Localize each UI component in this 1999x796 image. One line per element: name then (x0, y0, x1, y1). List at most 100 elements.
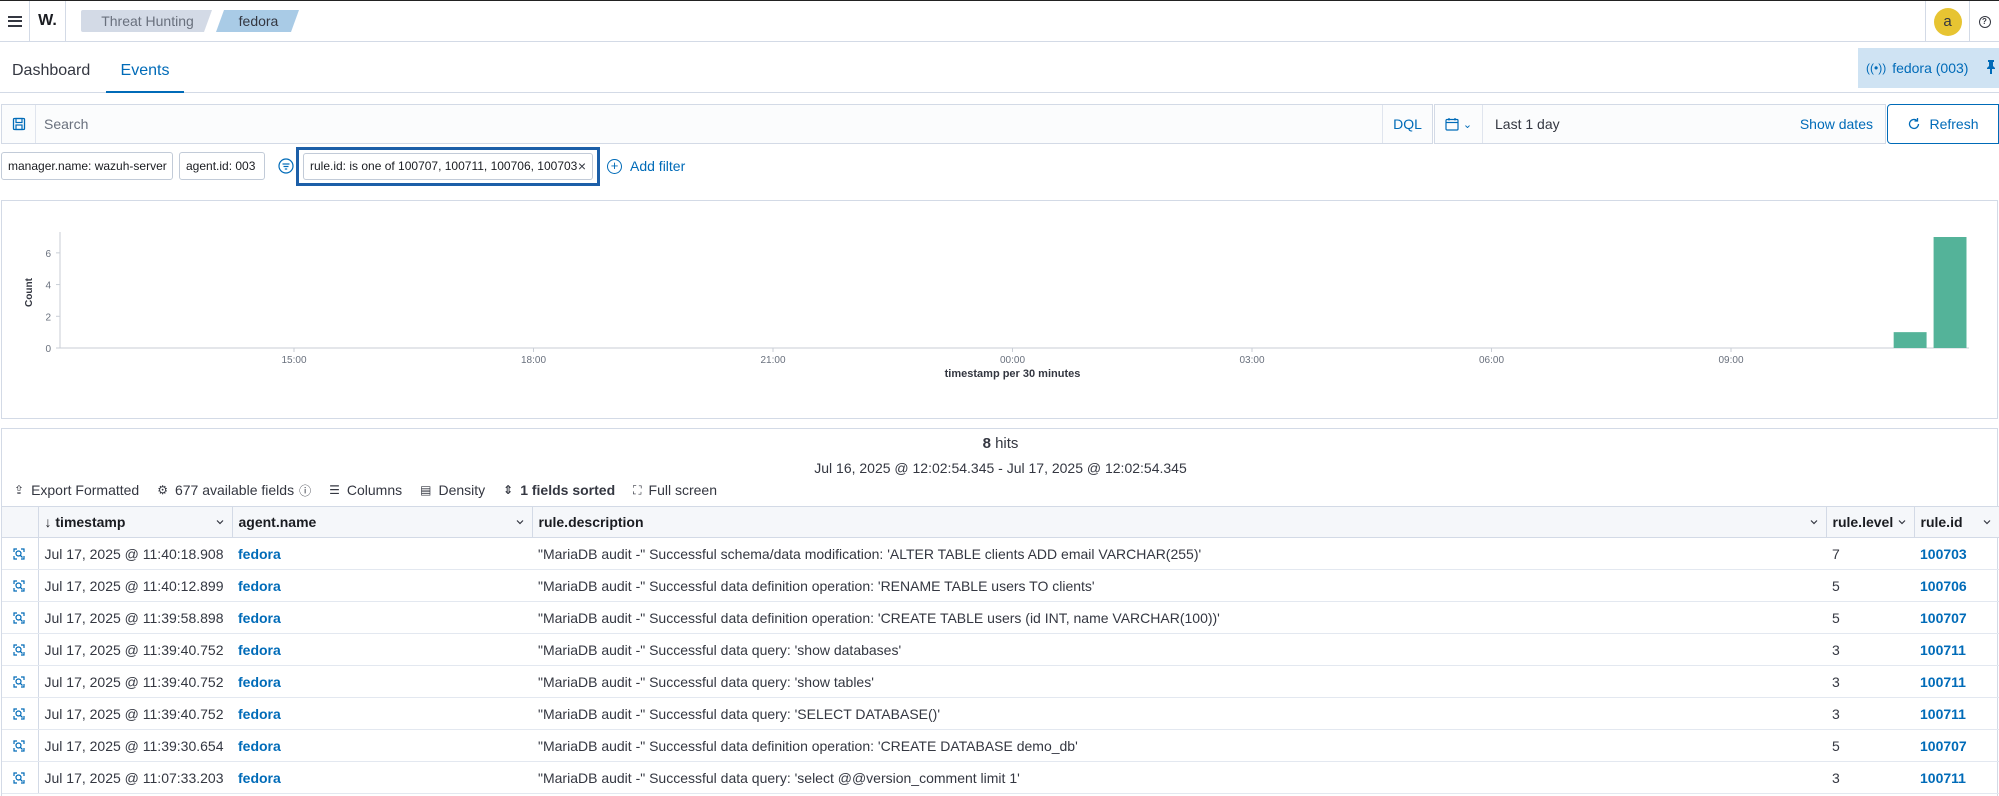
chevron-down-icon[interactable] (1983, 518, 1991, 526)
menu-button[interactable] (0, 0, 30, 42)
column-header-label: rule.description (538, 514, 644, 530)
cell-timestamp: Jul 17, 2025 @ 11:40:18.908 (38, 537, 232, 570)
cell-rule-description: "MariaDB audit -" Successful data query:… (532, 697, 1826, 730)
y-tick-label: 6 (45, 249, 51, 260)
density-button[interactable]: ▤ Density (420, 482, 485, 498)
x-tick-label: 09:00 (1718, 355, 1743, 366)
wazuh-logo[interactable]: W. (30, 0, 66, 42)
cell-rule-id[interactable]: 100703 (1914, 537, 1999, 570)
column-header-rule-id[interactable]: rule.id (1914, 506, 1999, 538)
available-fields-button[interactable]: ⚙ 677 available fields ⓘ (157, 482, 311, 499)
inspect-document-button[interactable] (2, 761, 39, 794)
cell-rule-id[interactable]: 100711 (1914, 697, 1999, 730)
cell-agent-name[interactable]: fedora (232, 537, 532, 570)
cell-rule-id[interactable]: 100706 (1914, 569, 1999, 602)
full-screen-button[interactable]: ⛶ Full screen (633, 482, 717, 498)
filter-pill-rule-id[interactable]: rule.id: is one of 100707, 100711, 10070… (303, 153, 593, 180)
pin-icon[interactable] (1987, 60, 1995, 74)
chevron-down-icon[interactable] (1898, 518, 1906, 526)
cell-rule-id[interactable]: 100711 (1914, 665, 1999, 698)
cell-timestamp: Jul 17, 2025 @ 11:39:58.898 (38, 601, 232, 634)
filter-menu-icon[interactable] (278, 158, 294, 174)
table-row: Jul 17, 2025 @ 11:40:12.899 fedora "MariaD… (2, 569, 1999, 602)
add-filter-button[interactable]: + Add filter (607, 152, 685, 180)
columns-button[interactable]: ☰ Columns (329, 482, 402, 498)
chevron-down-icon[interactable] (216, 518, 224, 526)
inspect-icon (13, 547, 25, 560)
filter-pill-manager[interactable]: manager.name: wazuh-server (1, 152, 173, 180)
quick-menu-button[interactable]: ⌄ (1435, 105, 1483, 143)
cell-timestamp: Jul 17, 2025 @ 11:07:33.203 (38, 761, 232, 794)
export-icon: ⇪ (14, 483, 25, 497)
agent-selector-pill[interactable]: ((•)) fedora (003) (1858, 48, 1999, 88)
breadcrumb-threat-hunting[interactable]: Threat Hunting (81, 10, 212, 32)
column-header-agent-name[interactable]: agent.name (232, 506, 533, 538)
search-input[interactable] (36, 105, 1376, 143)
table-row: Jul 17, 2025 @ 11:07:33.203 fedora "MariaD… (2, 761, 1999, 794)
cell-rule-description: "MariaDB audit -" Successful data query:… (532, 633, 1826, 666)
close-icon[interactable]: × (578, 154, 586, 179)
chevron-down-icon[interactable] (516, 518, 524, 526)
cell-rule-id[interactable]: 100711 (1914, 761, 1999, 794)
inspect-document-button[interactable] (2, 665, 39, 698)
inspect-icon (13, 739, 25, 752)
inspect-document-button[interactable] (2, 537, 39, 570)
saved-query-button[interactable] (2, 105, 36, 143)
show-dates-link[interactable]: Show dates (1800, 105, 1873, 143)
cell-agent-name[interactable]: fedora (232, 697, 532, 730)
column-header-rule-level[interactable]: rule.level (1826, 506, 1915, 538)
user-avatar[interactable]: a (1933, 7, 1962, 36)
cell-agent-name[interactable]: fedora (232, 633, 532, 666)
agent-pill-label: fedora (003) (1892, 60, 1969, 76)
sort-label: 1 fields sorted (520, 482, 616, 498)
export-formatted-button[interactable]: ⇪ Export Formatted (14, 482, 139, 498)
tab-dashboard[interactable]: Dashboard (12, 43, 90, 93)
inspect-icon (13, 579, 25, 592)
cell-agent-name[interactable]: fedora (232, 665, 532, 698)
cell-rule-id[interactable]: 100711 (1914, 633, 1999, 666)
cell-rule-level: 5 (1826, 729, 1914, 762)
cell-timestamp: Jul 17, 2025 @ 11:39:30.654 (38, 729, 232, 762)
cell-timestamp: Jul 17, 2025 @ 11:40:12.899 (38, 569, 232, 602)
y-tick-label: 2 (45, 312, 51, 323)
column-header-label: rule.level (1832, 514, 1894, 530)
sort-fields-button[interactable]: ⇕ 1 fields sorted (503, 482, 615, 498)
density-label: Density (438, 482, 486, 498)
time-range-label[interactable]: Last 1 day (1483, 116, 1560, 132)
inspect-document-button[interactable] (2, 697, 39, 730)
cell-agent-name[interactable]: fedora (232, 569, 532, 602)
inspect-document-button[interactable] (2, 601, 39, 634)
chevron-down-icon[interactable] (1810, 518, 1818, 526)
cell-rule-level: 3 (1826, 697, 1914, 730)
cell-agent-name[interactable]: fedora (232, 601, 532, 634)
density-icon: ▤ (420, 483, 432, 497)
sort-icon: ⇕ (503, 483, 514, 497)
inspect-document-button[interactable] (2, 729, 39, 762)
y-axis-title: Count (24, 277, 35, 307)
help-button[interactable]: ? (1969, 1, 1999, 42)
table-row: Jul 17, 2025 @ 11:39:30.654 fedora "MariaD… (2, 729, 1999, 762)
refresh-button[interactable]: Refresh (1887, 104, 1999, 144)
histogram-bar[interactable] (1933, 237, 1967, 348)
histogram-bar[interactable] (1893, 332, 1927, 348)
cell-rule-level: 3 (1826, 633, 1914, 666)
columns-icon: ☰ (329, 483, 340, 497)
inspect-document-button[interactable] (2, 569, 39, 602)
query-bar: DQL ⌄ Last 1 day Show dates Refresh (0, 104, 1999, 144)
tabs-row: Dashboard Events ((•)) fedora (003) (0, 43, 1999, 93)
tab-events[interactable]: Events (106, 43, 184, 93)
dql-toggle[interactable]: DQL (1382, 105, 1432, 143)
cell-rule-level: 5 (1826, 569, 1914, 602)
cell-agent-name[interactable]: fedora (232, 761, 532, 794)
breadcrumb-fedora[interactable]: fedora (216, 10, 299, 32)
cell-agent-name[interactable]: fedora (232, 729, 532, 762)
cell-rule-id[interactable]: 100707 (1914, 601, 1999, 634)
column-header-rule-description[interactable]: rule.description (532, 506, 1827, 538)
available-fields-label: 677 available fields (174, 482, 295, 498)
filter-row: manager.name: wazuh-server agent.id: 003… (0, 147, 1999, 186)
x-tick-label: 06:00 (1479, 355, 1504, 366)
filter-pill-agent[interactable]: agent.id: 003 (179, 152, 265, 180)
inspect-document-button[interactable] (2, 633, 39, 666)
cell-rule-id[interactable]: 100707 (1914, 729, 1999, 762)
column-header-timestamp[interactable]: ↓ timestamp (38, 506, 233, 538)
